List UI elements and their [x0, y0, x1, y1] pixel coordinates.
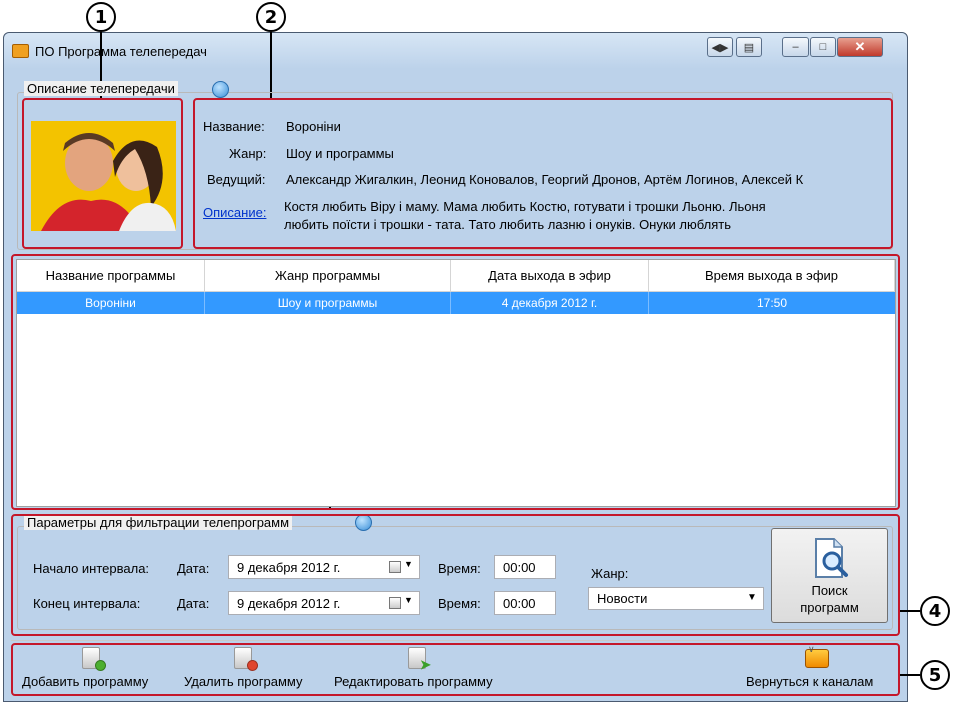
maximize-button[interactable]: □	[810, 37, 836, 57]
callout-box-1	[22, 98, 183, 249]
page-icon-button[interactable]: ▤	[736, 37, 762, 57]
back-nav-button[interactable]: ◀▶	[707, 37, 733, 57]
description-group-title: Описание телепередачи	[24, 81, 178, 96]
callout-box-3	[11, 254, 900, 510]
callout-2-label: 2	[264, 6, 278, 28]
minimize-button[interactable]: –	[782, 37, 809, 57]
window-title: ПО Программа телепередач	[35, 44, 207, 59]
callout-box-2	[193, 98, 893, 249]
title-bar: ПО Программа телепередач ◀▶ ▤ – □ ✕	[4, 33, 907, 69]
callout-5: 5	[920, 660, 950, 690]
tv-app-icon	[12, 44, 29, 58]
callout-1-label: 1	[94, 6, 108, 28]
callout-box-5	[11, 643, 900, 696]
callout-5-line	[900, 674, 920, 676]
callout-box-4	[11, 514, 900, 636]
collapse-description-icon[interactable]	[212, 81, 229, 98]
callout-5-label: 5	[928, 664, 942, 686]
callout-4-label: 4	[928, 600, 942, 622]
callout-1: 1	[86, 2, 116, 32]
close-button[interactable]: ✕	[837, 37, 883, 57]
callout-2: 2	[256, 2, 286, 32]
callout-4-line	[900, 610, 920, 612]
callout-2-line	[270, 32, 272, 98]
toolbar-separator	[11, 640, 900, 641]
callout-4: 4	[920, 596, 950, 626]
